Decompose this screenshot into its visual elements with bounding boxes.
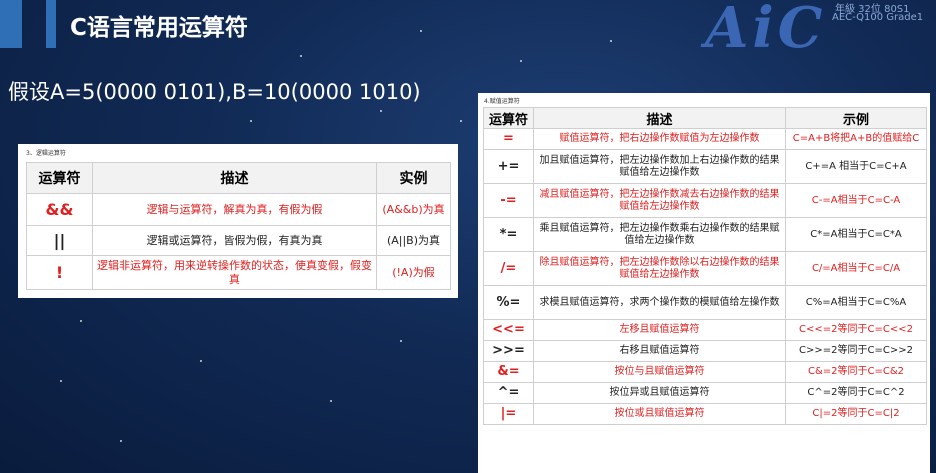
table-row: *= 乘且赋值运算符，把左边操作数乘右边操作数的结果赋值给左边操作数 C*=A相当于… (483, 217, 927, 252)
cell-desc: 乘且赋值运算符，把左边操作数乘右边操作数的结果赋值给左边操作数 (533, 217, 786, 252)
cell-desc: 左移且赋值运算符 (533, 319, 786, 341)
cell-op: || (26, 225, 93, 256)
assignment-operators-table: 运算符 描述 示例 = 赋值运算符，把右边操作数赋值为左边操作数 C=A+B将把A+… (483, 107, 927, 425)
cell-desc: 逻辑非运算符，用来逆转操作数的状态，使真变假，假变真 (92, 255, 377, 290)
cell-example: (A||B)为真 (376, 225, 451, 256)
table-row: += 加且赋值运算符，把左边操作数加上右边操作数的结果赋值给左边操作数 C+=A 相… (483, 149, 927, 184)
logic-operators-table: 运算符 描述 实例 && 逻辑与运算符，解真为真，有假为假 (A&&b)为真 || 逻辑… (26, 162, 451, 290)
table-row: ^= 按位异或且赋值运算符 C^=2等同于C=C^2 (483, 382, 927, 404)
column-header: 示例 (785, 107, 927, 129)
cell-example: C*=A相当于C=C*A (785, 217, 927, 252)
table-row: %= 求模且赋值运算符，求两个操作数的模赋值给左操作数 C%=A相当于C=C%A (483, 285, 927, 320)
cell-example: C|=2等同于C=C|2 (785, 403, 927, 425)
table-row: |= 按位或且赋值运算符 C|=2等同于C=C|2 (483, 403, 927, 425)
column-header: 描述 (533, 107, 786, 129)
cell-op: ! (26, 255, 93, 290)
cell-desc: 逻辑或运算符，皆假为假，有真为真 (92, 225, 377, 256)
table-row: || 逻辑或运算符，皆假为假，有真为真 (A||B)为真 (26, 225, 451, 256)
table-row: && 逻辑与运算符，解真为真，有假为假 (A&&b)为真 (26, 193, 451, 226)
cell-desc: 赋值运算符，把右边操作数赋值为左边操作数 (533, 128, 786, 150)
aic-logo: AiC (705, 0, 827, 61)
cell-desc: 逻辑与运算符，解真为真，有假为假 (92, 193, 377, 226)
logic-operators-panel: 3、逻辑运算符 运算符 描述 实例 && 逻辑与运算符，解真为真，有假为假 (A&&… (18, 144, 458, 298)
cell-op: |= (483, 403, 534, 425)
logic-panel-caption: 3、逻辑运算符 (26, 150, 66, 157)
cell-op: *= (483, 217, 534, 252)
cell-op: %= (483, 285, 534, 320)
cell-op: && (26, 193, 93, 226)
cell-example: C<<=2等同于C=C<<2 (785, 319, 927, 341)
table-row: -= 减且赋值运算符，把左边操作数减去右边操作数的结果赋值给左边操作数 C-=A相当… (483, 183, 927, 218)
cell-op: &= (483, 361, 534, 383)
table-row: = 赋值运算符，把右边操作数赋值为左边操作数 C=A+B将把A+B的值赋给C (483, 128, 927, 150)
cell-example: (!A)为假 (376, 255, 451, 290)
cell-desc: 按位与且赋值运算符 (533, 361, 786, 383)
assumption-text: 假设A=5(0000 0101),B=10(0000 1010) (8, 80, 421, 104)
cell-example: C>>=2等同于C=C>>2 (785, 340, 927, 362)
cell-op: >>= (483, 340, 534, 362)
cell-example: C+=A 相当于C=C+A (785, 149, 927, 184)
column-header: 运算符 (483, 107, 534, 129)
table-header-row: 运算符 描述 实例 (26, 162, 451, 194)
table-header-row: 运算符 描述 示例 (483, 107, 927, 129)
column-header: 实例 (376, 162, 451, 194)
page-title: C语言常用运算符 (70, 15, 248, 41)
table-row: >>= 右移且赋值运算符 C>>=2等同于C=C>>2 (483, 340, 927, 362)
cell-op: ^= (483, 382, 534, 404)
cell-example: C-=A相当于C=C-A (785, 183, 927, 218)
cell-desc: 右移且赋值运算符 (533, 340, 786, 362)
cell-op: = (483, 128, 534, 150)
table-row: <<= 左移且赋值运算符 C<<=2等同于C=C<<2 (483, 319, 927, 341)
column-header: 运算符 (26, 162, 93, 194)
assign-panel-caption: 4.赋值运算符 (484, 98, 520, 105)
cell-desc: 减且赋值运算符，把左边操作数减去右边操作数的结果赋值给左边操作数 (533, 183, 786, 218)
cell-example: C&=2等同于C=C&2 (785, 361, 927, 383)
table-row: ! 逻辑非运算符，用来逆转操作数的状态，使真变假，假变真 (!A)为假 (26, 255, 451, 290)
title-accent-bar (0, 0, 22, 48)
cell-example: C=A+B将把A+B的值赋给C (785, 128, 927, 150)
table-row: /= 除且赋值运算符，把左边操作数除以右边操作数的结果赋值给左边操作数 C/=A相当… (483, 251, 927, 286)
cell-example: C^=2等同于C=C^2 (785, 382, 927, 404)
column-header: 描述 (92, 162, 377, 194)
logo-subtext-line2: AEC-Q100 Grade1 (832, 12, 924, 23)
assignment-operators-panel: 4.赋值运算符 运算符 描述 示例 = 赋值运算符，把右边操作数赋值为左边操作数 C… (478, 93, 930, 473)
table-row: &= 按位与且赋值运算符 C&=2等同于C=C&2 (483, 361, 927, 383)
cell-desc: 求模且赋值运算符，求两个操作数的模赋值给左操作数 (533, 285, 786, 320)
cell-example: C/=A相当于C=C/A (785, 251, 927, 286)
cell-desc: 按位异或且赋值运算符 (533, 382, 786, 404)
cell-op: -= (483, 183, 534, 218)
cell-desc: 除且赋值运算符，把左边操作数除以右边操作数的结果赋值给左边操作数 (533, 251, 786, 286)
cell-desc: 按位或且赋值运算符 (533, 403, 786, 425)
cell-example: C%=A相当于C=C%A (785, 285, 927, 320)
cell-op: /= (483, 251, 534, 286)
cell-example: (A&&b)为真 (376, 193, 451, 226)
cell-op: += (483, 149, 534, 184)
cell-desc: 加且赋值运算符，把左边操作数加上右边操作数的结果赋值给左边操作数 (533, 149, 786, 184)
title-accent-bar-thin (46, 0, 56, 48)
cell-op: <<= (483, 319, 534, 341)
